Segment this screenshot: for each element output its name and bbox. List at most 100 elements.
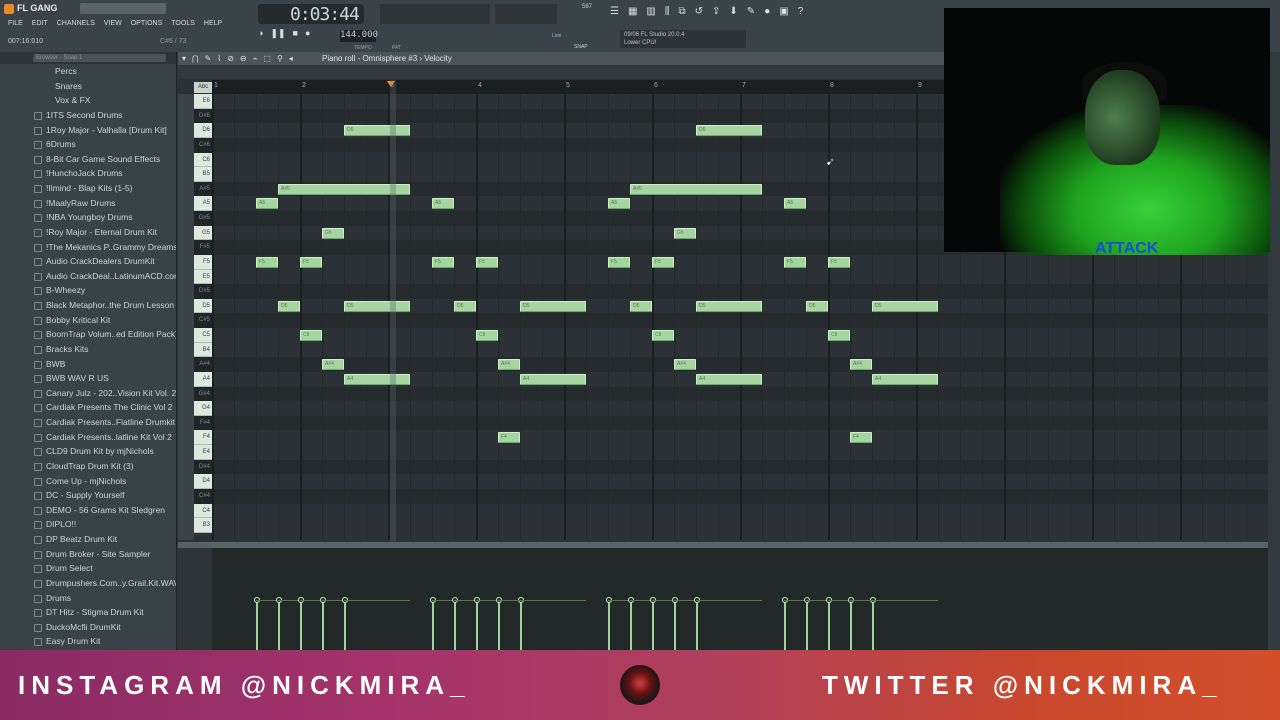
mixer-icon[interactable]: ⫼ (665, 6, 670, 17)
record-icon[interactable]: ● (305, 28, 310, 39)
piano-key[interactable]: E5 (194, 269, 212, 285)
note[interactable]: A4 (872, 373, 938, 385)
brush-icon[interactable]: ⌇ (217, 54, 221, 63)
browser-item[interactable]: DIPLO!! (0, 517, 176, 532)
note[interactable]: A4 (696, 373, 762, 385)
browser-item[interactable]: !Ilmind - Blap Kits (1-5) (0, 181, 176, 196)
piano-key[interactable]: G#5 (194, 211, 212, 226)
note[interactable]: A5 (784, 198, 806, 210)
note[interactable]: A#4 (674, 359, 696, 371)
velocity-bar[interactable] (872, 600, 874, 650)
piano-key[interactable]: D#4 (194, 459, 212, 475)
browser-item[interactable]: Bobby Kritical Kit (0, 313, 176, 328)
browser-item[interactable]: Drum Select (0, 561, 176, 576)
piano-key[interactable]: A5 (194, 196, 212, 212)
piano-key[interactable]: D5 (194, 298, 212, 314)
browser-item[interactable]: DuckoMcfli DrumKit (0, 620, 176, 635)
playback-icon[interactable]: ◂ (289, 54, 293, 63)
piano-key[interactable]: B3 (194, 518, 212, 533)
velocity-target[interactable]: Velocity (424, 54, 452, 63)
velocity-bar[interactable] (674, 600, 676, 650)
browser-item[interactable]: Cardiak Presents..latline Kit Vol 2 (0, 430, 176, 445)
key-label-toggle[interactable]: Abc (194, 82, 212, 93)
note[interactable]: D5 (520, 300, 586, 312)
browser-item[interactable]: 1ITS Second Drums (0, 108, 176, 123)
playlist-icon[interactable]: ☰ (610, 6, 619, 17)
piano-key[interactable]: F4 (194, 430, 212, 446)
piano-key[interactable]: D6 (194, 123, 212, 138)
piano-key[interactable]: E6 (194, 94, 212, 109)
browser-item[interactable]: Drums (0, 591, 176, 606)
browser-item[interactable]: BWB (0, 357, 176, 372)
menu-item-tools[interactable]: TOOLS (171, 20, 195, 27)
piano-key[interactable]: B4 (194, 342, 212, 358)
browser-item[interactable]: Cardiak Presents The Clinic Vol 2 (0, 400, 176, 415)
browser-item[interactable]: 6Drums (0, 137, 176, 152)
velocity-bar[interactable] (344, 600, 346, 650)
note[interactable]: F5 (608, 256, 630, 268)
velocity-bar[interactable] (850, 600, 852, 650)
browser-item[interactable]: DC - Supply Yourself (0, 488, 176, 503)
note[interactable]: D5 (696, 300, 762, 312)
piano-key[interactable]: F#5 (194, 240, 212, 255)
browser-item[interactable]: Percs (0, 64, 176, 79)
browser-item[interactable]: CloudTrap Drum Kit (3) (0, 459, 176, 474)
piano-keyboard[interactable]: E6 D#6 D6 C#6 C6 B5 A#5 A5 G#5 G5 F#5 F5 E5 D#5 D5 C#5 C… (194, 94, 212, 540)
browser-item[interactable]: 8-Bit Car Game Sound Effects (0, 152, 176, 167)
piano-key[interactable]: G4 (194, 401, 212, 416)
piano-key[interactable]: C4 (194, 503, 212, 519)
note[interactable]: A#4 (850, 359, 872, 371)
undo-icon[interactable]: ↺ (695, 6, 703, 17)
note[interactable]: F5 (476, 256, 498, 268)
note[interactable]: F5 (652, 256, 674, 268)
note[interactable]: A5 (256, 198, 278, 210)
piano-key[interactable]: D#5 (194, 284, 212, 299)
browser-item[interactable]: Vox & FX (0, 93, 176, 108)
browser-item[interactable]: BWB WAV R US (0, 371, 176, 386)
note[interactable]: C5 (476, 330, 498, 342)
velocity-bar[interactable] (300, 600, 302, 650)
menu-item-edit[interactable]: EDIT (32, 20, 48, 27)
velocity-bar[interactable] (476, 600, 478, 650)
velocity-bar[interactable] (608, 600, 610, 650)
note[interactable]: D6 (696, 125, 762, 137)
plugin-picker-icon[interactable]: ⧉ (678, 6, 685, 17)
render-icon[interactable]: ⬇ (729, 6, 737, 17)
browser-item[interactable]: BoomTrap Volum..ed Edition Pack) (0, 327, 176, 342)
browser-item[interactable]: B-Wheezy (0, 283, 176, 298)
browser-item[interactable]: Canary Julz - 202..Vision Kit Vol. 2 (0, 386, 176, 401)
velocity-bar[interactable] (432, 600, 434, 650)
browser-item[interactable]: !HunchoJack Drums (0, 166, 176, 181)
note[interactable]: G5 (674, 227, 696, 239)
menu-item-channels[interactable]: CHANNELS (57, 20, 95, 27)
note[interactable]: A#4 (322, 359, 344, 371)
velocity-editor[interactable] (212, 548, 1268, 650)
volume-meter[interactable] (495, 4, 557, 24)
velocity-bar[interactable] (322, 600, 324, 650)
export-icon[interactable]: ⇪ (712, 6, 720, 17)
stop-icon[interactable]: ■ (293, 28, 298, 39)
piano-key[interactable]: G5 (194, 225, 212, 241)
piano-roll-icon[interactable]: ▦ (628, 6, 637, 17)
piano-key[interactable]: D4 (194, 474, 212, 489)
browser-search-input[interactable]: Browser - Snap 1 (33, 54, 166, 62)
browser-item[interactable]: Cardiak Presents..Flatline Drumkit (0, 415, 176, 430)
browser-item[interactable]: Audio CrackDealers DrumKit (0, 254, 176, 269)
snap-mode-select[interactable]: Line (552, 33, 561, 39)
note[interactable]: D5 (806, 300, 828, 312)
browser-item[interactable]: Audio CrackDeal..LatinumACD.com] (0, 269, 176, 284)
menu-item-help[interactable]: HELP (204, 20, 222, 27)
velocity-bar[interactable] (256, 600, 258, 650)
note[interactable]: D5 (278, 300, 300, 312)
browser-item[interactable]: 1Roy Major - Valhalla [Drum Kit] (0, 123, 176, 138)
disk-icon[interactable]: ▣ (779, 6, 788, 17)
pattern-song-toggle[interactable]: ◑ (258, 28, 263, 39)
browser-item[interactable]: DT Hitz - Stigma Drum Kit (0, 605, 176, 620)
velocity-bar[interactable] (696, 600, 698, 650)
note[interactable]: D6 (344, 125, 410, 137)
velocity-bar[interactable] (784, 600, 786, 650)
browser-item[interactable]: !Roy Major - Eternal Drum Kit (0, 225, 176, 240)
slice-icon[interactable]: ⌁ (253, 54, 258, 63)
note[interactable]: A5 (432, 198, 454, 210)
note[interactable]: A4 (520, 373, 586, 385)
